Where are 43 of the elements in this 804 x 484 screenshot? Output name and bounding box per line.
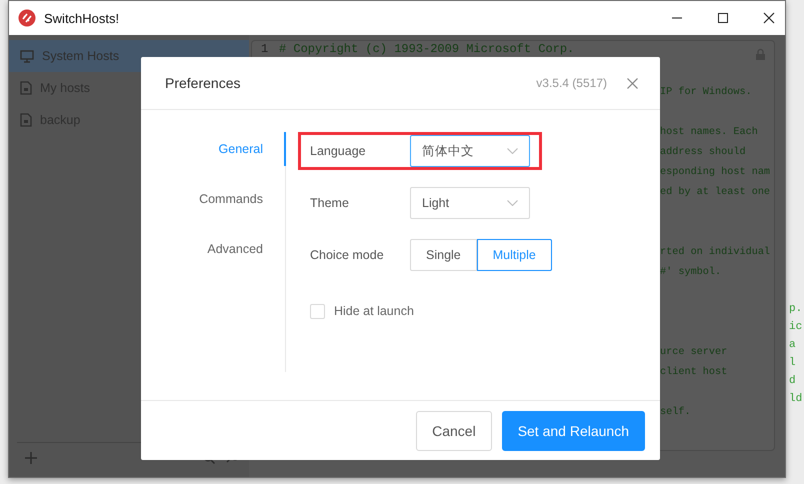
background-text: p.	[789, 302, 802, 317]
code-line: esponding host nam	[660, 166, 770, 178]
background-text: ld	[789, 392, 802, 407]
code-line: rted on individual	[660, 246, 770, 258]
code-line: # Copyright (c) 1993-2009 Microsoft Corp.	[279, 42, 574, 56]
secondary-button[interactable]: Cancel	[416, 410, 492, 450]
window-title: SwitchHosts!	[44, 10, 120, 26]
monitor-icon	[20, 50, 34, 62]
code-line: ed by at least one	[660, 186, 770, 198]
background-text: a	[789, 338, 796, 353]
code-line: client host	[660, 366, 728, 378]
settings-tab[interactable]: Commands	[141, 182, 286, 216]
segment-button[interactable]: Multiple	[476, 239, 552, 271]
version-label: v3.5.4 (5517)	[536, 76, 607, 90]
document-icon	[20, 113, 32, 127]
code-line: urce server	[660, 346, 728, 358]
checkbox-label: Hide at launch	[334, 304, 414, 318]
code-line: #' symbol.	[660, 266, 722, 278]
chevron-down-icon	[507, 200, 518, 206]
dropdown[interactable]: 简体中文	[410, 135, 530, 167]
code-line: IP for Windows.	[660, 86, 752, 98]
line-number: 1	[260, 42, 270, 56]
document-icon	[20, 81, 32, 95]
code-line: self.	[660, 406, 691, 418]
segment-button[interactable]: Single	[410, 239, 477, 271]
code-line: address should	[660, 146, 746, 158]
primary-button[interactable]: Set and Relaunch	[502, 410, 645, 450]
background-text: l	[789, 356, 796, 371]
setting-label: Theme	[310, 196, 350, 210]
close-icon[interactable]	[763, 12, 775, 24]
checkbox[interactable]	[310, 304, 325, 318]
setting-label: Choice mode	[310, 248, 385, 262]
dialog-title: Preferences	[165, 75, 240, 91]
settings-tab[interactable]: Advanced	[141, 232, 286, 266]
chevron-down-icon	[507, 148, 518, 154]
maximize-icon[interactable]	[717, 12, 729, 24]
setting-label: Language	[310, 144, 367, 158]
dropdown[interactable]: Light	[410, 187, 530, 219]
background-text: d	[789, 374, 796, 389]
app-logo-icon	[18, 9, 36, 27]
code-line: host names. Each	[660, 126, 758, 138]
settings-tab[interactable]: General	[141, 132, 286, 166]
background-text: ic	[789, 320, 802, 335]
